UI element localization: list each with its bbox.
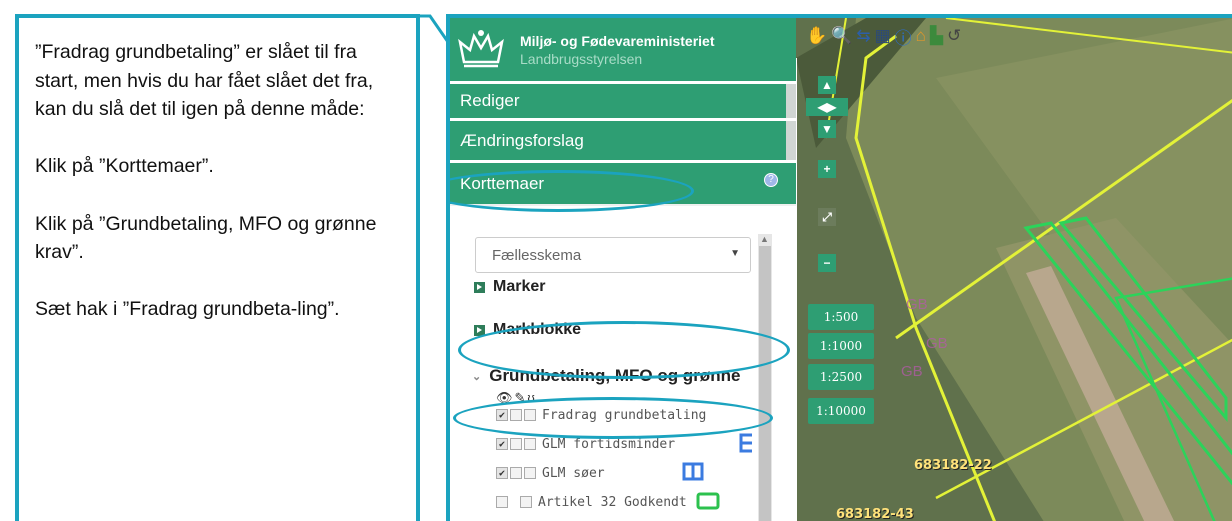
theme-marker[interactable]: Marker <box>474 278 545 296</box>
info-checkbox[interactable] <box>524 438 536 450</box>
info-icon[interactable]: ⓘ <box>895 24 912 49</box>
map-view[interactable]: ✋ 🔍 ⇆ ▦ ⓘ ⌂ ▙ ↺ ▲ ◀▶ ▼ + ⤢ − 1:500 1:100… <box>796 18 1232 521</box>
pan-left-right-icon[interactable]: ◀▶ <box>806 98 848 116</box>
edit-checkbox[interactable] <box>510 467 522 479</box>
legend-artikel32-icon <box>696 492 720 510</box>
highlight-grundbetaling <box>458 321 790 379</box>
menu-scroll-edge <box>786 121 796 160</box>
aerial-map-image <box>796 18 1232 521</box>
scrollbar-thumb[interactable] <box>759 246 771 521</box>
undo-icon[interactable]: ↺ <box>947 26 961 46</box>
visibility-checkbox[interactable]: ✔ <box>496 467 508 479</box>
menu-aendringsforslag-label: Ændringsforslag <box>460 130 584 150</box>
map-ghost-label: GB <box>926 335 948 352</box>
ministry-title: Miljø- og Fødevareministeriet <box>520 32 715 49</box>
info-checkbox[interactable] <box>524 467 536 479</box>
print-icon[interactable]: ▦ <box>875 26 891 46</box>
expand-icon <box>474 281 485 293</box>
crown-logo-icon <box>458 29 504 67</box>
agency-subtitle: Landbrugsstyrelsen <box>520 50 643 67</box>
menu-rediger-label: Rediger <box>460 91 520 110</box>
layer-row[interactable]: Artikel 32 Godkendt <box>496 493 687 511</box>
info-checkbox[interactable] <box>520 496 532 508</box>
map-application: Miljø- og Fødevareministeriet Landbrugss… <box>446 14 1232 521</box>
zoom-icon[interactable]: 🔍 <box>831 26 852 46</box>
zoom-out-icon[interactable]: − <box>818 254 836 272</box>
sidebar: Miljø- og Fødevareministeriet Landbrugss… <box>450 18 796 521</box>
menu-aendringsforslag[interactable]: Ændringsforslag <box>450 118 796 160</box>
scale-button-10000[interactable]: 1:10000 <box>808 398 874 424</box>
theme-label: Marker <box>493 278 546 295</box>
map-toolbar: ✋ 🔍 ⇆ ▦ ⓘ ⌂ ▙ ↺ <box>806 24 961 48</box>
pan-up-icon[interactable]: ▲ <box>818 76 836 94</box>
instruction-intro: ”Fradrag grundbetaling” er slået til fra… <box>35 41 374 121</box>
parcel-label: 683182-22 <box>914 458 992 473</box>
visibility-checkbox[interactable] <box>496 496 508 508</box>
legend-soeer-icon <box>682 462 704 481</box>
parcel-label: 683182-43 <box>836 507 914 521</box>
scale-button-500[interactable]: 1:500 <box>808 304 874 330</box>
scale-button-2500[interactable]: 1:2500 <box>808 364 874 390</box>
chevron-down-icon: ▼ <box>730 248 740 259</box>
scroll-up-icon[interactable]: ▲ <box>760 234 769 244</box>
instruction-step-1: Klik på ”Korttemaer”. <box>35 155 214 178</box>
highlight-fradrag <box>453 397 773 439</box>
legend-fortidsminder-icon <box>739 433 752 453</box>
menu-rediger[interactable]: Rediger <box>450 81 796 118</box>
zoom-in-icon[interactable]: + <box>818 160 836 178</box>
home-icon[interactable]: ⌂ <box>916 26 926 46</box>
chevron-down-icon: ⌄ <box>472 370 482 383</box>
tutorial-screenshot: ”Fradrag grundbetaling” er slået til fra… <box>0 0 1232 521</box>
visibility-checkbox[interactable]: ✔ <box>496 438 508 450</box>
map-ghost-label: GB <box>906 296 928 313</box>
schema-select[interactable]: Fællesskema ▼ <box>475 237 751 273</box>
edit-checkbox[interactable] <box>510 438 522 450</box>
layer-label: GLM søer <box>542 465 605 481</box>
help-icon[interactable]: ? <box>764 173 778 187</box>
layers-icon[interactable]: ▙ <box>930 26 943 46</box>
panel-scrollbar[interactable]: ▲ <box>758 234 772 521</box>
ministry-header: Miljø- og Fødevareministeriet Landbrugss… <box>450 18 796 81</box>
layer-label: Artikel 32 Godkendt <box>538 494 687 510</box>
instruction-step-2: Klik på ”Grundbetaling, MFO og grønne kr… <box>35 212 377 264</box>
schema-select-value: Fællesskema <box>492 247 582 264</box>
pan-down-icon[interactable]: ▼ <box>818 120 836 138</box>
instruction-step-3: Sæt hak i ”Fradrag grundbeta-ling”. <box>35 298 340 321</box>
zoom-extent-icon[interactable]: ⤢ <box>818 208 836 226</box>
map-ghost-label: GB <box>901 363 923 380</box>
measure-icon[interactable]: ⇆ <box>856 26 870 46</box>
instruction-callout: ”Fradrag grundbetaling” er slået til fra… <box>15 14 420 521</box>
layer-row[interactable]: ✔ GLM søer <box>496 464 605 482</box>
scale-button-1000[interactable]: 1:1000 <box>808 333 874 359</box>
menu-scroll-edge <box>786 84 796 118</box>
pan-icon[interactable]: ✋ <box>806 26 827 46</box>
